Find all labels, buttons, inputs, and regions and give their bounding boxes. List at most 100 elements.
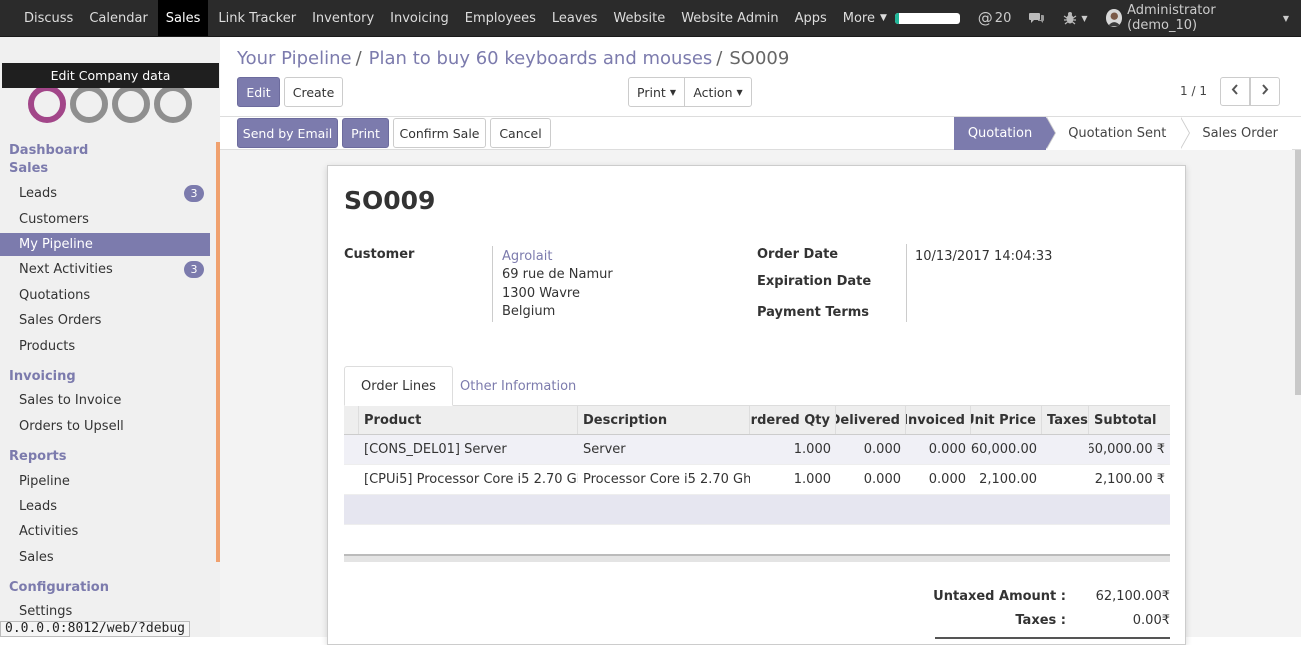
app-leaves[interactable]: Leaves	[544, 0, 605, 36]
app-employees[interactable]: Employees	[457, 0, 544, 36]
breadcrumb-opportunity[interactable]: Plan to buy 60 keyboards and mouses	[369, 48, 713, 69]
column-header-invoiced[interactable]: Invoiced	[906, 406, 971, 434]
more-label: More	[842, 10, 875, 26]
status-step-sales-order[interactable]: Sales Order	[1180, 117, 1292, 150]
column-header-delivered[interactable]: Delivered	[836, 406, 906, 434]
divider	[906, 244, 907, 322]
app-apps[interactable]: Apps	[787, 0, 835, 36]
scrollbar[interactable]	[1295, 150, 1301, 395]
status-step-label: Quotation	[967, 126, 1033, 141]
pager-next-button[interactable]	[1250, 77, 1280, 106]
column-header-subtotal[interactable]: Subtotal	[1089, 406, 1170, 434]
user-menu[interactable]: Administrator (demo_10) ▼	[1105, 3, 1289, 33]
pager-value[interactable]: 1 / 1	[1180, 84, 1207, 98]
app-link-tracker[interactable]: Link Tracker	[210, 0, 304, 36]
sidebar-item-label: Products	[19, 339, 76, 354]
print-dropdown[interactable]: Print ▼	[628, 77, 685, 107]
column-header-description[interactable]: Description	[578, 406, 750, 434]
sidebar-item-label: Settings	[19, 604, 73, 619]
sidebar-item-label: Orders to Upsell	[19, 419, 124, 434]
sidebar-item-next-activities[interactable]: Next Activities 3	[0, 258, 210, 281]
sidebar-item-leads[interactable]: Leads 3	[0, 182, 210, 205]
taxes-label: Taxes :	[1015, 613, 1066, 628]
pager-previous-button[interactable]	[1220, 77, 1250, 106]
mentions-button[interactable]: @ 20	[978, 9, 1012, 27]
confirm-sale-button[interactable]: Confirm Sale	[393, 118, 486, 148]
table-row[interactable]: [CPUi5] Processor Core i5 2.70 Ghz Proce…	[344, 465, 1170, 495]
tab-order-lines[interactable]: Order Lines	[344, 366, 453, 406]
order-lines-table: Product Description Ordered Qty Delivere…	[344, 406, 1170, 525]
cancel-button[interactable]: Cancel	[490, 118, 551, 148]
row-handle	[344, 435, 359, 464]
sidebar-item-report-activities[interactable]: Activities	[0, 520, 210, 543]
payment-terms-label: Payment Terms	[757, 305, 870, 320]
action-dropdown[interactable]: Action ▼	[684, 77, 752, 107]
send-by-email-button[interactable]: Send by Email	[237, 118, 338, 148]
sidebar-item-report-pipeline[interactable]: Pipeline	[0, 470, 210, 493]
cell-delivered: 0.000	[863, 472, 901, 487]
avatar	[1105, 9, 1123, 27]
cell-product: [CPUi5] Processor Core i5 2.70 Ghz	[364, 472, 578, 487]
sidebar-item-my-pipeline[interactable]: My Pipeline	[0, 233, 210, 256]
sidebar-item-orders-to-upsell[interactable]: Orders to Upsell	[0, 415, 210, 438]
sidebar-item-products[interactable]: Products	[0, 335, 210, 358]
totals-separator	[344, 554, 1170, 562]
column-header-taxes[interactable]: Taxes	[1042, 406, 1089, 434]
app-sales[interactable]: Sales	[157, 0, 209, 36]
company-logo-area[interactable]: Edit Company data	[0, 49, 220, 124]
status-step-label: Quotation Sent	[1068, 126, 1167, 141]
logo-circle	[70, 85, 108, 123]
bug-icon	[1063, 11, 1077, 25]
order-reference: SO009	[344, 186, 436, 215]
untaxed-amount-label: Untaxed Amount :	[933, 589, 1066, 604]
tab-other-information[interactable]: Other Information	[444, 366, 592, 406]
sidebar-item-label: Sales to Invoice	[19, 393, 122, 408]
add-line-row[interactable]	[344, 495, 1170, 525]
mentions-count: 20	[994, 10, 1012, 26]
create-button[interactable]: Create	[284, 77, 343, 107]
systray: @ 20 ▼ Administrator (demo_10) ▼	[894, 0, 1301, 36]
app-discuss[interactable]: Discuss	[16, 0, 81, 36]
sidebar-item-report-sales[interactable]: Sales	[0, 546, 210, 569]
app-website-admin[interactable]: Website Admin	[673, 0, 786, 36]
column-header-product[interactable]: Product	[359, 406, 578, 434]
cell-delivered: 0.000	[863, 442, 901, 457]
row-handle	[344, 465, 359, 494]
messages-button[interactable]	[1029, 11, 1045, 25]
form-statusbar: Send by Email Print Confirm Sale Cancel …	[220, 117, 1301, 150]
breadcrumb-pipeline[interactable]: Your Pipeline	[237, 48, 352, 69]
print-button[interactable]: Print	[342, 118, 389, 148]
sidebar-item-quotations[interactable]: Quotations	[0, 284, 210, 307]
sidebar-item-customers[interactable]: Customers	[0, 208, 210, 231]
table-row[interactable]: [CONS_DEL01] Server Server 1.000 0.000 0…	[344, 435, 1170, 465]
column-header-unit-price[interactable]: Unit Price	[971, 406, 1042, 434]
customer-link[interactable]: Agrolait	[502, 249, 552, 264]
sidebar-item-settings[interactable]: Settings	[0, 600, 210, 623]
status-steps: Quotation Quotation Sent Sales Order	[953, 117, 1292, 150]
app-website[interactable]: Website	[605, 0, 673, 36]
sidebar-section-dashboard[interactable]: Dashboard	[9, 143, 88, 158]
customer-label: Customer	[344, 247, 415, 262]
sidebar-item-report-leads[interactable]: Leads	[0, 495, 210, 518]
cell-unit-price: 2,100.00	[979, 472, 1037, 487]
column-header-ordered-qty[interactable]: Ordered Qty	[750, 406, 836, 434]
sidebar-section-sales: Sales	[9, 161, 49, 176]
planner-progress-bar[interactable]	[894, 12, 960, 24]
edit-button[interactable]: Edit	[237, 77, 280, 107]
user-name: Administrator (demo_10)	[1127, 3, 1216, 33]
taxes-value: 0.00₹	[1132, 613, 1170, 628]
sidebar-item-sales-orders[interactable]: Sales Orders	[0, 309, 210, 332]
sidebar-section-invoicing: Invoicing	[9, 369, 76, 384]
app-inventory[interactable]: Inventory	[304, 0, 382, 36]
app-calendar[interactable]: Calendar	[81, 0, 155, 36]
app-invoicing[interactable]: Invoicing	[382, 0, 457, 36]
sidebar-item-sales-to-invoice[interactable]: Sales to Invoice	[0, 389, 210, 412]
breadcrumb-separator: /	[716, 48, 723, 69]
edit-company-tooltip: Edit Company data	[2, 63, 219, 88]
top-navbar: Discuss Calendar Sales Link Tracker Inve…	[0, 0, 1301, 37]
debug-menu[interactable]: ▼	[1063, 11, 1088, 25]
expiration-date-label: Expiration Date	[757, 274, 872, 289]
status-step-quotation-sent[interactable]: Quotation Sent	[1046, 117, 1191, 150]
more-menu[interactable]: More ▼	[835, 0, 895, 36]
order-date-label: Order Date	[757, 247, 839, 262]
